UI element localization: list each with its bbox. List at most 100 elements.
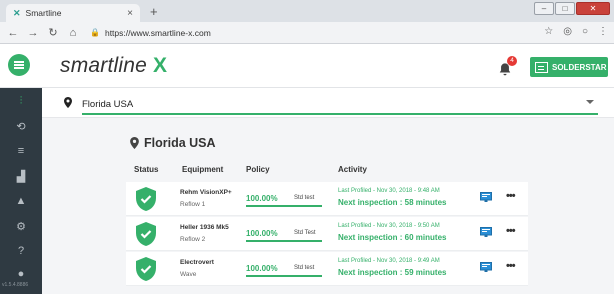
chart-icon: ▟ (16, 170, 26, 183)
table-row[interactable]: Electrovert Wave 100.00% Std test Last P… (126, 252, 528, 286)
user-icon: ● (17, 268, 25, 280)
policy-progress-bar (246, 240, 322, 242)
tab-title: Smartline (25, 8, 62, 18)
main-content: Florida USA Florida USA Status Equipment… (42, 88, 614, 294)
selector-underline (82, 113, 598, 115)
gear-icon: ⚙ (16, 220, 26, 233)
window-controls: – □ ✕ (534, 2, 610, 15)
app-header: smartline X 4 SOLDERSTAR (0, 44, 614, 88)
minimize-icon[interactable]: – (534, 2, 554, 15)
policy-progress-bar (246, 205, 322, 207)
region-title-text: Florida USA (144, 136, 216, 150)
browser-nav-bar: ← → ↻ ⌂ 🔒 https://www.smartline-x.com ☆ … (0, 22, 614, 44)
table-row[interactable]: Heller 1936 Mk5 Reflow 2 100.00% Std Tes… (126, 217, 528, 251)
policy-name: Std test (294, 195, 315, 201)
factory-icon (535, 61, 548, 73)
new-tab-button[interactable]: + (150, 4, 158, 19)
smartline-logo: smartline X (60, 54, 167, 78)
policy-progress-fill (246, 240, 322, 242)
policy-percent: 100.00% (246, 194, 278, 203)
shield-check-icon (136, 257, 156, 281)
location-selector-value: Florida USA (82, 99, 134, 110)
policy-progress-fill (246, 275, 322, 277)
warning-icon: ▲ (15, 195, 27, 207)
location-pin-icon (64, 97, 72, 108)
logo-x-mark: X (153, 54, 168, 77)
location-pin-icon (130, 137, 139, 149)
version-text: v1.5.4.8886 (2, 282, 29, 288)
column-header-policy: Policy (246, 165, 270, 174)
shield-check-icon (136, 222, 156, 246)
more-options-icon[interactable]: ••• (506, 190, 516, 202)
monitor-icon[interactable] (480, 192, 492, 203)
hamburger-icon (14, 64, 24, 66)
back-arrow-icon[interactable]: ← (6, 27, 20, 39)
equipment-subtitle: Reflow 2 (180, 236, 206, 243)
last-profiled-text: Last Profiled - Nov 30, 2018 - 9:48 AM (338, 188, 440, 194)
policy-percent: 100.00% (246, 264, 278, 273)
close-window-icon[interactable]: ✕ (576, 2, 610, 15)
table-row[interactable]: Rehm VisionXP+ Reflow 1 100.00% Std test… (126, 182, 528, 216)
sidebar-item-history[interactable]: ⟲ (0, 115, 42, 137)
last-profiled-text: Last Profiled - Nov 30, 2018 - 9:49 AM (338, 258, 440, 264)
monitor-icon[interactable] (480, 227, 492, 238)
extension-icon[interactable]: ◎ (563, 26, 572, 37)
tab-close-icon[interactable]: × (127, 8, 133, 19)
shield-check-icon (136, 187, 156, 211)
browser-toolbar-icons: ☆ ◎ ○ ⋮ (544, 26, 608, 37)
sidebar-item-reports[interactable]: ▟ (0, 165, 42, 187)
solderstar-button[interactable]: SOLDERSTAR (530, 57, 608, 77)
reload-icon[interactable]: ↻ (46, 26, 60, 39)
sidebar-item-help[interactable]: ? (0, 240, 42, 262)
address-bar[interactable]: 🔒 https://www.smartline-x.com (90, 28, 560, 38)
equipment-name: Heller 1936 Mk5 (180, 224, 229, 231)
equipment-subtitle: Reflow 1 (180, 201, 206, 208)
browser-tab[interactable]: ✕ Smartline × (6, 4, 140, 22)
equipment-card: Florida USA Status Equipment Policy Acti… (98, 132, 598, 294)
equipment-name: Electrovert (180, 259, 214, 266)
equipment-name: Rehm VisionXP+ (180, 189, 232, 196)
next-inspection-text: Next inspection : 59 minutes (338, 268, 447, 277)
sidebar: ⫶ ⟲ ≡ ▟ ▲ ⚙ ? ● v1.5.4.8886 (0, 88, 42, 294)
sidebar-item-alerts[interactable]: ▲ (0, 190, 42, 212)
profile-icon[interactable]: ○ (582, 26, 588, 37)
url-text: https://www.smartline-x.com (104, 27, 211, 38)
checklist-icon: ≡ (17, 145, 25, 157)
sidebar-item-settings[interactable]: ⚙ (0, 215, 42, 237)
kebab-menu-icon[interactable]: ⋮ (598, 26, 608, 37)
star-icon[interactable]: ☆ (544, 26, 553, 37)
sidebar-item-dashboard[interactable]: ⫶ (0, 90, 42, 112)
next-inspection-text: Next inspection : 60 minutes (338, 233, 447, 242)
column-header-equipment: Equipment (182, 165, 224, 174)
solderstar-label: SOLDERSTAR (552, 62, 607, 72)
policy-name: Std Test (294, 230, 316, 236)
equipment-subtitle: Wave (180, 271, 197, 278)
monitor-icon[interactable] (480, 262, 492, 273)
column-header-status: Status (134, 165, 159, 174)
last-profiled-text: Last Profiled - Nov 30, 2018 - 9:50 AM (338, 223, 440, 229)
notification-count-badge: 4 (507, 56, 517, 66)
equalizer-icon: ⫶ (19, 94, 23, 107)
next-inspection-text: Next inspection : 58 minutes (338, 198, 447, 207)
chevron-down-icon[interactable] (586, 100, 594, 104)
column-header-activity: Activity (338, 165, 367, 174)
policy-name: Std test (294, 265, 315, 271)
logo-text: smartline (60, 54, 147, 77)
forward-arrow-icon[interactable]: → (26, 27, 40, 39)
home-icon[interactable]: ⌂ (66, 27, 80, 39)
hamburger-menu-button[interactable] (8, 54, 30, 76)
more-options-icon[interactable]: ••• (506, 225, 516, 237)
policy-progress-fill (246, 205, 322, 207)
more-options-icon[interactable]: ••• (506, 260, 516, 272)
help-icon: ? (17, 245, 25, 257)
policy-progress-bar (246, 275, 322, 277)
maximize-icon[interactable]: □ (555, 2, 575, 15)
location-selector[interactable]: Florida USA (42, 88, 614, 118)
region-title: Florida USA (130, 136, 216, 150)
policy-percent: 100.00% (246, 229, 278, 238)
history-icon: ⟲ (16, 120, 26, 133)
browser-tab-bar: ✕ Smartline × + – □ ✕ (0, 0, 614, 22)
sidebar-item-checklist[interactable]: ≡ (0, 140, 42, 162)
lock-icon: 🔒 (90, 28, 100, 37)
smartline-favicon-icon: ✕ (13, 7, 21, 18)
